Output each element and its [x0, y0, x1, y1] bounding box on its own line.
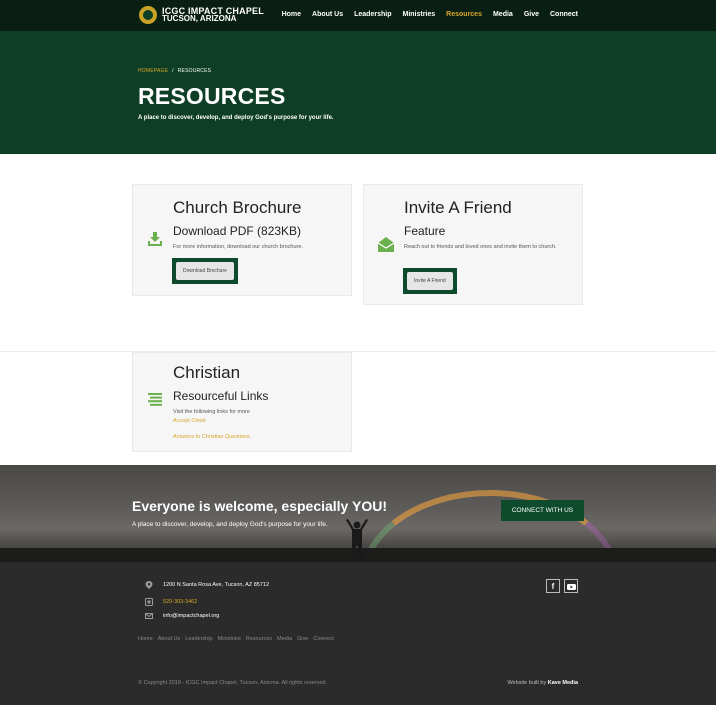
- christian-card: Christian Resourceful Links Visit the fo…: [132, 352, 352, 452]
- banner-tagline: A place to discover, develop, and deploy…: [132, 521, 328, 528]
- site-logo[interactable]: ICGC IMPACT CHAPEL TUCSON, ARIZONA: [139, 6, 264, 24]
- breadcrumb-separator: /: [172, 68, 174, 74]
- site-footer: 1200 N Santa Rosa Ave, Tucson, AZ 85712 …: [0, 562, 716, 705]
- download-brochure-button-frame: Download Brochure: [172, 258, 238, 284]
- breadcrumb: HOMEPAGE / RESOURCES: [138, 68, 211, 74]
- built-by-link[interactable]: Kave Media: [548, 680, 578, 686]
- logo-emblem-icon: [139, 6, 157, 24]
- invite-title: Invite A Friend: [404, 198, 512, 217]
- christian-text: Visit the following links for more: [173, 409, 250, 415]
- invite-friend-button[interactable]: Invite A Friend: [407, 272, 453, 290]
- christian-questions-link[interactable]: Answers to Christian Questions: [173, 434, 250, 440]
- invite-card: Invite A Friend Feature Reach out to fri…: [363, 184, 583, 305]
- accept-christ-link[interactable]: Accept Christ: [173, 418, 250, 424]
- brochure-subtitle: Download PDF (823KB): [173, 224, 302, 238]
- nav-ministries[interactable]: Ministries: [402, 11, 435, 18]
- page-subtitle: A place to discover, develop, and deploy…: [138, 115, 334, 121]
- download-icon: [148, 232, 162, 246]
- footer-link-connect[interactable]: Connect: [313, 636, 334, 642]
- phone-link[interactable]: 520-303-3462: [163, 599, 197, 605]
- footer-link-home[interactable]: Home: [138, 636, 153, 642]
- nav-give[interactable]: Give: [524, 11, 539, 18]
- facebook-icon[interactable]: f: [546, 579, 560, 593]
- footer-phone: 520-303-3462: [145, 598, 197, 606]
- logo-subtitle: TUCSON, ARIZONA: [162, 14, 237, 23]
- built-by-credit: Website built by Kave Media: [507, 680, 578, 686]
- social-links: f: [546, 579, 578, 593]
- footer-link-resources[interactable]: Resources: [246, 636, 272, 642]
- main-nav: Home About Us Leadership Ministries Reso…: [282, 11, 578, 18]
- connect-with-us-button[interactable]: CONNECT WITH US: [501, 500, 584, 521]
- built-by-label: Website built by: [507, 680, 547, 686]
- nav-connect[interactable]: Connect: [550, 11, 578, 18]
- mail-icon: [145, 613, 153, 619]
- christian-subtitle: Resourceful Links: [173, 389, 269, 403]
- person-silhouette-icon: [346, 519, 368, 562]
- brochure-text: For more information, download our churc…: [173, 244, 303, 250]
- footer-link-leadership[interactable]: Leadership: [185, 636, 212, 642]
- section-divider: [0, 351, 716, 352]
- footer-link-give[interactable]: Give: [297, 636, 308, 642]
- nav-resources[interactable]: Resources: [446, 11, 482, 18]
- envelope-open-icon: [378, 237, 394, 252]
- page-hero: HOMEPAGE / RESOURCES RESOURCES A place to …: [0, 31, 716, 154]
- christian-title: Christian: [173, 363, 241, 382]
- list-icon: [148, 393, 162, 406]
- top-navbar: ICGC IMPACT CHAPEL TUCSON, ARIZONA Home …: [0, 0, 716, 31]
- footer-email: info@impactchapel.org: [145, 612, 219, 620]
- invite-friend-button-frame: Invite A Friend: [403, 268, 457, 294]
- invite-subtitle: Feature: [404, 224, 446, 238]
- youtube-icon[interactable]: [564, 579, 578, 593]
- download-brochure-button[interactable]: Download Brochure: [176, 262, 234, 280]
- breadcrumb-home[interactable]: HOMEPAGE: [138, 68, 168, 74]
- brochure-card: Church Brochure Download PDF (823KB) For…: [132, 184, 352, 296]
- footer-link-about-us[interactable]: About Us: [158, 636, 181, 642]
- nav-about-us[interactable]: About Us: [312, 11, 343, 18]
- copyright-text: © Copyright 2018 - ICGC Impact Chapel, T…: [138, 680, 327, 686]
- footer-link-media[interactable]: Media: [277, 636, 292, 642]
- page-title: RESOURCES: [138, 83, 286, 109]
- email-link[interactable]: info@impactchapel.org: [163, 613, 219, 619]
- nav-home[interactable]: Home: [282, 11, 301, 18]
- resource-links: Accept Christ Answers to Christian Quest…: [173, 418, 250, 440]
- address-text: 1200 N Santa Rosa Ave, Tucson, AZ 85712: [163, 582, 269, 588]
- welcome-banner: Everyone is welcome, especially YOU! A p…: [0, 465, 716, 562]
- breadcrumb-current: RESOURCES: [177, 68, 212, 74]
- map-pin-icon: [145, 581, 153, 589]
- brochure-title: Church Brochure: [173, 198, 302, 217]
- nav-media[interactable]: Media: [493, 11, 513, 18]
- phone-icon: [145, 598, 153, 606]
- footer-address: 1200 N Santa Rosa Ave, Tucson, AZ 85712: [145, 581, 269, 589]
- footer-nav: Home About Us Leadership Ministries Reso…: [138, 636, 334, 642]
- banner-heading: Everyone is welcome, especially YOU!: [132, 498, 387, 514]
- nav-leadership[interactable]: Leadership: [354, 11, 391, 18]
- invite-text: Reach out to friends and loved ones and …: [404, 244, 557, 250]
- footer-link-ministries[interactable]: Ministries: [218, 636, 241, 642]
